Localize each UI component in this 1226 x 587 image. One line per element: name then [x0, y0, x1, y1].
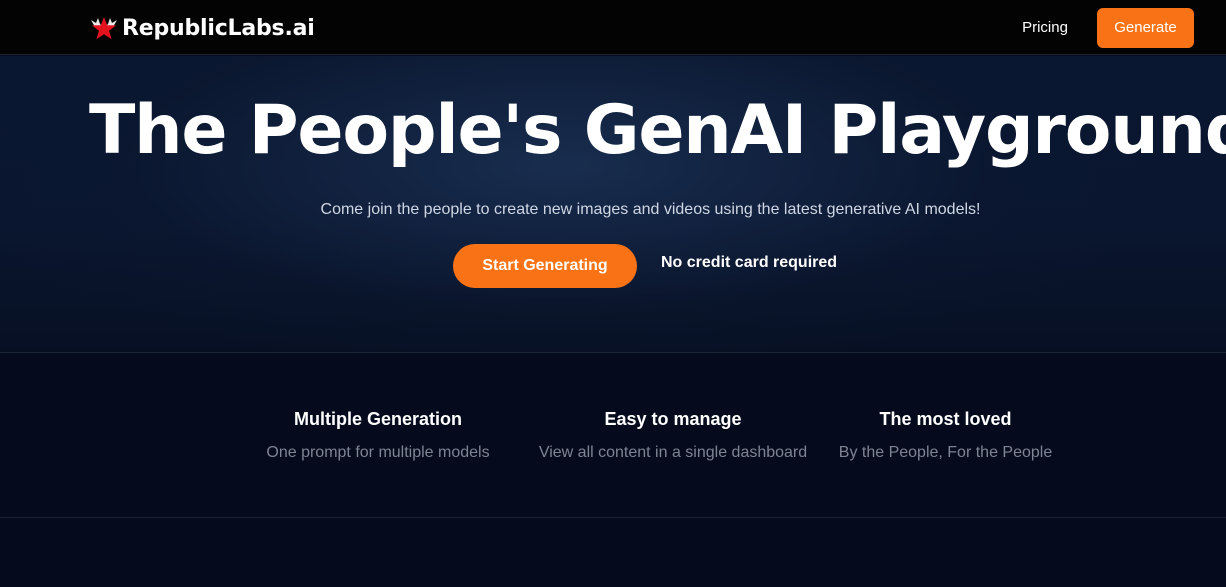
nav-pricing-link[interactable]: Pricing	[1013, 16, 1077, 40]
hero-subtitle: Come join the people to create new image…	[320, 201, 981, 218]
feature-description: By the People, For the People	[838, 444, 1053, 461]
feature-description: View all content in a single dashboard	[538, 444, 808, 461]
top-navbar: RepublicLabs.ai Pricing Generate	[0, 0, 1226, 55]
hero-title: The People's GenAI Playground.	[89, 91, 1226, 170]
start-generating-button[interactable]: Start Generating	[453, 244, 637, 288]
feature-multiple-generation: Multiple Generation One prompt for multi…	[258, 408, 498, 463]
feature-easy-to-manage: Easy to manage View all content in a sin…	[528, 408, 818, 463]
hero-section: The People's GenAI Playground. Come join…	[0, 56, 1226, 352]
no-credit-card-note: No credit card required	[661, 254, 838, 271]
feature-title: Easy to manage	[604, 409, 742, 429]
feature-title: The most loved	[879, 409, 1012, 429]
winged-star-logo-icon	[89, 14, 119, 42]
nav-generate-button[interactable]: Generate	[1097, 8, 1194, 48]
feature-title: Multiple Generation	[293, 409, 462, 429]
bottom-section	[0, 518, 1226, 587]
feature-most-loved: The most loved By the People, For the Pe…	[830, 408, 1061, 463]
brand-home-link[interactable]: RepublicLabs.ai	[89, 12, 315, 44]
features-section: Multiple Generation One prompt for multi…	[0, 353, 1226, 517]
brand-name: RepublicLabs.ai	[122, 15, 315, 41]
feature-description: One prompt for multiple models	[266, 444, 490, 461]
